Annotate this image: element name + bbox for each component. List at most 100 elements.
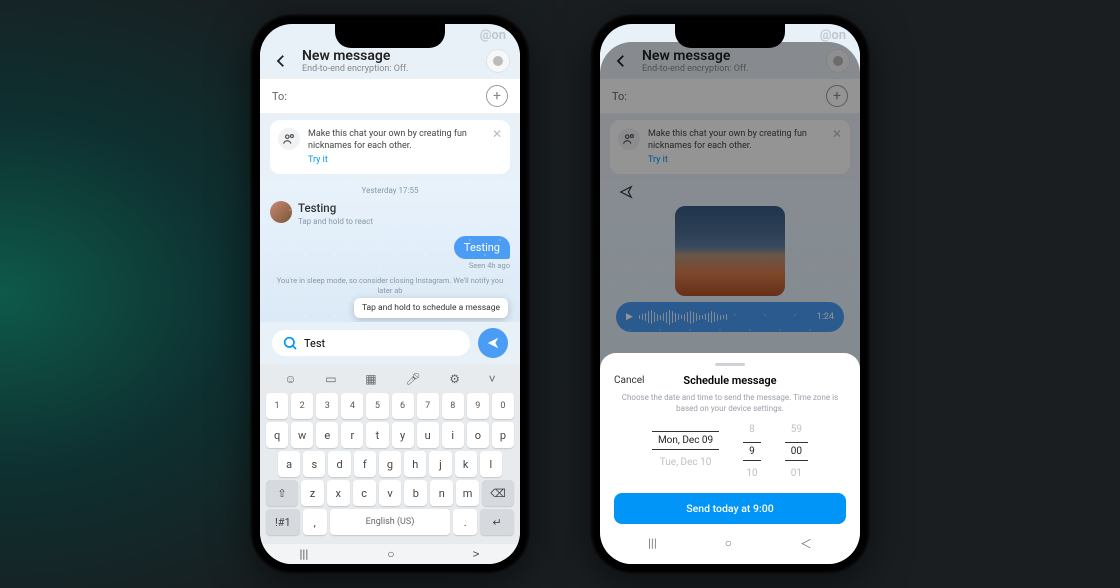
datetime-picker[interactable]: Mon, Dec 09 Tue, Dec 10 8 9 10 59 00 01 bbox=[614, 424, 846, 479]
key-p[interactable]: p bbox=[492, 422, 514, 448]
key-y[interactable]: y bbox=[392, 422, 414, 448]
nav-back-icon[interactable]: ＜ bbox=[800, 535, 812, 552]
message-text-field[interactable] bbox=[304, 337, 460, 350]
send-button[interactable] bbox=[478, 328, 508, 358]
keyboard: ☺ ▭ ▦ 🎤︎ ⚙ ˅ 1234567890 qwertyuiop asdfg… bbox=[260, 364, 520, 544]
message-input[interactable] bbox=[272, 330, 470, 356]
key-v[interactable]: v bbox=[379, 480, 402, 506]
period-key[interactable]: . bbox=[453, 509, 477, 535]
clipboard-icon[interactable]: ▭ bbox=[325, 372, 336, 386]
sheet-description: Choose the date and time to send the mes… bbox=[614, 393, 846, 414]
key-7[interactable]: 7 bbox=[417, 393, 439, 419]
mic-icon[interactable]: 🎤︎ bbox=[405, 372, 420, 386]
key-q[interactable]: q bbox=[266, 422, 288, 448]
home-icon[interactable]: ○ bbox=[725, 536, 732, 550]
schedule-tooltip: Tap and hold to schedule a message bbox=[354, 298, 508, 318]
date-column[interactable]: Mon, Dec 09 Tue, Dec 10 bbox=[652, 424, 719, 479]
key-f[interactable]: f bbox=[354, 451, 376, 477]
key-o[interactable]: o bbox=[467, 422, 489, 448]
search-icon bbox=[282, 335, 298, 351]
android-navbar: ||| ○ ＜ bbox=[614, 532, 846, 554]
key-i[interactable]: i bbox=[442, 422, 464, 448]
key-k[interactable]: k bbox=[455, 451, 477, 477]
gear-icon[interactable]: ⚙ bbox=[449, 372, 460, 386]
phone-right: @on New message End-to-end encryption: O… bbox=[590, 14, 870, 574]
key-w[interactable]: w bbox=[291, 422, 313, 448]
close-icon[interactable]: ✕ bbox=[492, 126, 502, 142]
android-navbar: ||| ○ ˅ bbox=[260, 544, 520, 564]
key-3[interactable]: 3 bbox=[316, 393, 338, 419]
key-u[interactable]: u bbox=[417, 422, 439, 448]
chevron-down-icon[interactable]: ˅ bbox=[489, 372, 496, 386]
nickname-banner: Make this chat your own by creating fun … bbox=[270, 120, 510, 174]
banner-text: Make this chat your own by creating fun … bbox=[308, 129, 467, 151]
key-r[interactable]: r bbox=[341, 422, 363, 448]
enter-key[interactable]: ↵ bbox=[480, 509, 514, 535]
to-label: To: bbox=[272, 90, 486, 103]
key-e[interactable]: e bbox=[316, 422, 338, 448]
key-n[interactable]: n bbox=[430, 480, 453, 506]
to-row[interactable]: To: + bbox=[260, 78, 520, 114]
screen: @on New message End-to-end encryption: O… bbox=[260, 24, 520, 564]
key-9[interactable]: 9 bbox=[467, 393, 489, 419]
notch bbox=[335, 24, 445, 48]
number-row: 1234567890 bbox=[266, 393, 514, 419]
symbol-key[interactable]: !#1 bbox=[266, 509, 300, 535]
phone-left: @on New message End-to-end encryption: O… bbox=[250, 14, 530, 574]
key-6[interactable]: 6 bbox=[392, 393, 414, 419]
watermark: @on bbox=[820, 28, 846, 43]
key-m[interactable]: m bbox=[456, 480, 479, 506]
gif-icon[interactable]: ▦ bbox=[365, 372, 376, 386]
key-1[interactable]: 1 bbox=[266, 393, 288, 419]
grabber-icon[interactable] bbox=[715, 363, 745, 366]
screen: @on New message End-to-end encryption: O… bbox=[600, 24, 860, 564]
header-title: New message bbox=[302, 48, 476, 64]
home-icon[interactable]: ○ bbox=[387, 547, 394, 561]
key-d[interactable]: d bbox=[328, 451, 350, 477]
recent-apps-icon[interactable]: ||| bbox=[648, 536, 657, 550]
key-x[interactable]: x bbox=[327, 480, 350, 506]
key-t[interactable]: t bbox=[366, 422, 388, 448]
watermark: @on bbox=[480, 28, 506, 43]
minute-column[interactable]: 59 00 01 bbox=[785, 424, 808, 479]
banner-try-link[interactable]: Try it bbox=[308, 154, 328, 166]
header-subtitle: End-to-end encryption: Off. bbox=[302, 64, 476, 74]
nav-back-icon[interactable]: ˅ bbox=[470, 550, 484, 557]
sheet-header: Cancel Schedule message bbox=[614, 374, 846, 387]
key-l[interactable]: l bbox=[480, 451, 502, 477]
key-a[interactable]: a bbox=[278, 451, 300, 477]
key-2[interactable]: 2 bbox=[291, 393, 313, 419]
notch bbox=[675, 24, 785, 48]
key-s[interactable]: s bbox=[303, 451, 325, 477]
qwerty-row-3: ⇧ zxcvbnm⌫ bbox=[266, 480, 514, 506]
sheet-title: Schedule message bbox=[683, 374, 776, 387]
key-j[interactable]: j bbox=[429, 451, 451, 477]
cancel-button[interactable]: Cancel bbox=[614, 375, 644, 386]
key-4[interactable]: 4 bbox=[341, 393, 363, 419]
backspace-key[interactable]: ⌫ bbox=[482, 480, 514, 506]
add-recipient-icon[interactable]: + bbox=[486, 85, 508, 107]
key-z[interactable]: z bbox=[301, 480, 324, 506]
bottom-row: !#1 , English (US) . ↵ bbox=[266, 509, 514, 535]
schedule-sheet: Cancel Schedule message Choose the date … bbox=[600, 353, 860, 564]
shift-key[interactable]: ⇧ bbox=[266, 480, 298, 506]
header-action[interactable] bbox=[486, 49, 510, 73]
send-schedule-button[interactable]: Send today at 9:00 bbox=[614, 493, 846, 524]
space-key[interactable]: English (US) bbox=[330, 509, 450, 535]
key-0[interactable]: 0 bbox=[492, 393, 514, 419]
key-c[interactable]: c bbox=[353, 480, 376, 506]
recent-apps-icon[interactable]: ||| bbox=[299, 547, 308, 561]
key-g[interactable]: g bbox=[379, 451, 401, 477]
qwerty-row-1: qwertyuiop bbox=[266, 422, 514, 448]
key-8[interactable]: 8 bbox=[442, 393, 464, 419]
hour-column[interactable]: 8 9 10 bbox=[743, 424, 761, 479]
key-5[interactable]: 5 bbox=[366, 393, 388, 419]
qwerty-row-2: asdfghjkl bbox=[266, 451, 514, 477]
comma-key[interactable]: , bbox=[303, 509, 327, 535]
back-icon[interactable] bbox=[270, 50, 292, 72]
people-icon bbox=[278, 128, 300, 150]
message-input-row bbox=[260, 322, 520, 364]
emoji-icon[interactable]: ☺ bbox=[284, 372, 296, 386]
key-h[interactable]: h bbox=[404, 451, 426, 477]
key-b[interactable]: b bbox=[404, 480, 427, 506]
